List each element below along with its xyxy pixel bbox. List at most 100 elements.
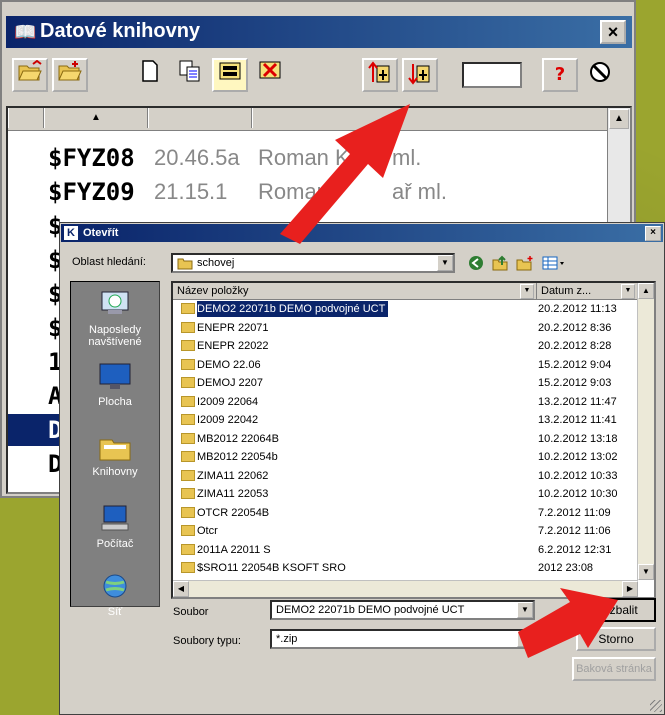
column-header-version[interactable] [148,108,252,128]
save-button[interactable] [212,58,248,92]
column-header-date[interactable]: Datum z... ▼ [537,283,638,300]
file-name-input[interactable]: DEMO2 22071b DEMO podvojné UCT ▼ [270,600,535,620]
file-row[interactable]: ZIMA11 22062 10.2.2012 10:33 [173,468,638,484]
chevron-down-icon[interactable]: ▼ [437,255,453,271]
dialog-close-button[interactable]: × [645,226,661,241]
new-folder-icon[interactable] [516,255,534,271]
restore-down-button[interactable] [402,58,438,92]
scroll-up-button[interactable]: ▲ [638,283,654,299]
file-list-vscroll[interactable]: ▲ ▼ [637,283,654,580]
column-dropdown-icon[interactable]: ▼ [621,284,635,299]
disconnect-button[interactable] [582,58,618,92]
help-button[interactable]: ? [542,58,578,92]
zip-folder-icon [181,303,195,314]
list-header: ▲ [8,108,608,131]
chevron-down-icon[interactable]: ▼ [517,631,533,647]
file-row[interactable]: I2009 22064 13.2.2012 11:47 [173,394,638,410]
place-network[interactable]: Síť [71,572,159,618]
file-name: ZIMA11 22053 [197,488,269,500]
file-name-value: DEMO2 22071b DEMO podvojné UCT [276,604,465,616]
main-titlebar[interactable]: 📖 Datové knihovny × [6,16,632,48]
file-date: 20.2.2012 11:13 [538,303,617,315]
file-row[interactable]: MB2012 22054b 10.2.2012 13:02 [173,449,638,465]
library-version: 21.15.1 [154,179,228,204]
scroll-down-button[interactable]: ▼ [638,564,654,580]
scroll-up-button[interactable]: ▲ [609,109,629,129]
library-book-icon: 📖 [14,22,37,43]
restore-up-button[interactable] [362,58,398,92]
file-type-label: Soubory typu: [173,635,241,647]
place-desktop[interactable]: Plocha [71,362,159,408]
column-dropdown-icon[interactable]: ▼ [520,284,534,299]
file-name: I2009 22042 [197,414,259,426]
file-row[interactable]: ZIMA11 22053 10.2.2012 10:30 [173,486,638,502]
file-date: 10.2.2012 13:02 [538,451,618,463]
file-date: 15.2.2012 9:04 [538,358,612,371]
chevron-down-icon[interactable]: ▼ [517,602,533,618]
file-list-hscroll[interactable]: ◀ ▶ [173,580,638,597]
file-row[interactable]: 2011A 22011 S 6.2.2012 12:31 [173,542,638,558]
place-computer[interactable]: Počítač [71,504,159,550]
view-menu-icon[interactable] [542,255,566,271]
file-row[interactable]: MB2012 22064B 10.2.2012 13:18 [173,431,638,447]
open-folder-alt-button[interactable] [52,58,88,92]
delete-icon [259,61,281,79]
open-folder-button[interactable] [12,58,48,92]
up-folder-icon[interactable] [492,255,508,271]
restore-down-icon [408,64,430,85]
column-name-label: Název položky [177,285,249,297]
library-author: Roman [258,179,329,204]
file-row[interactable]: DEMO 22.06 15.2.2012 9:04 [173,357,638,373]
copy-button[interactable] [172,58,208,92]
look-in-value: schovej [197,257,235,269]
column-header-name[interactable]: ▲ [44,108,148,128]
look-in-combo[interactable]: schovej ▼ [171,253,455,273]
file-date: 6.2.2012 12:31 [538,543,612,556]
library-row[interactable]: $FYZ09 21.15.1 Roman ař ml. [8,176,608,208]
file-row[interactable]: I2009 22042 13.2.2012 11:41 [173,412,638,428]
file-row[interactable]: DEMOJ 2207 15.2.2012 9:03 [173,375,638,391]
file-name: DEMO2 22071b DEMO podvojné UCT [197,301,389,317]
file-row[interactable]: ENEPR 22071 20.2.2012 8:36 [173,320,638,336]
file-date: 2012 23:08 [538,562,594,574]
file-name: DEMOJ 2207 [197,377,264,389]
zip-folder-icon [181,340,195,351]
column-header-marker[interactable] [8,108,44,128]
place-libraries[interactable]: Knihovny [71,432,159,478]
cancel-button[interactable]: Storno [576,627,656,651]
new-document-button[interactable] [132,58,168,92]
back-icon[interactable] [468,255,484,271]
delete-button[interactable] [252,58,288,92]
scroll-right-button[interactable]: ▶ [622,581,638,597]
open-button[interactable]: Rozbalit [576,598,656,622]
resize-grip[interactable] [650,700,662,712]
file-row[interactable]: $SRO11 22054B KSOFT SRO 2012 23:08 [173,560,638,576]
file-type-select[interactable]: *.zip ▼ [270,629,535,649]
folder-icon [177,258,193,270]
disconnect-icon [590,62,610,82]
file-name: ENEPR 22071 [197,321,269,334]
open-dialog: K Otevřít × Oblast hledání: schovej ▼ Na… [59,222,665,715]
file-row[interactable]: ENEPR 22022 20.2.2012 8:28 [173,338,638,354]
place-libraries-label: Knihovny [92,466,138,478]
place-recent[interactable]: Naposledy navštívené [71,290,159,348]
file-list[interactable]: Název položky ▼ Datum z... ▼ DEMO2 22071b … [171,281,656,599]
place-recent-label: Naposledy navštívené [88,324,142,348]
file-row[interactable]: OTCR 22054B 7.2.2012 11:09 [173,505,638,521]
web-page-button[interactable]: Baková stránka [572,657,656,681]
file-name: Otcr [197,525,218,537]
column-header-author[interactable] [252,108,608,128]
library-code: $FYZ08 [48,144,135,172]
library-row[interactable]: $FYZ08 20.46.5a Roman K ml. [8,142,608,174]
dialog-titlebar[interactable]: K Otevřít × [61,224,663,242]
recent-places-icon [101,291,129,314]
column-header-filename[interactable]: Název položky ▼ [173,283,537,300]
search-field[interactable] [462,62,522,88]
file-row[interactable]: Otcr 7.2.2012 11:06 [173,523,638,539]
file-name: 2011A 22011 S [197,543,271,556]
help-icon: ? [554,64,566,85]
close-button[interactable]: × [600,20,626,44]
scroll-left-button[interactable]: ◀ [173,581,189,597]
file-row[interactable]: DEMO2 22071b DEMO podvojné UCT 20.2.2012 … [173,301,638,317]
places-bar: Naposledy navštívené Plocha Knihovny Poč… [70,281,160,618]
